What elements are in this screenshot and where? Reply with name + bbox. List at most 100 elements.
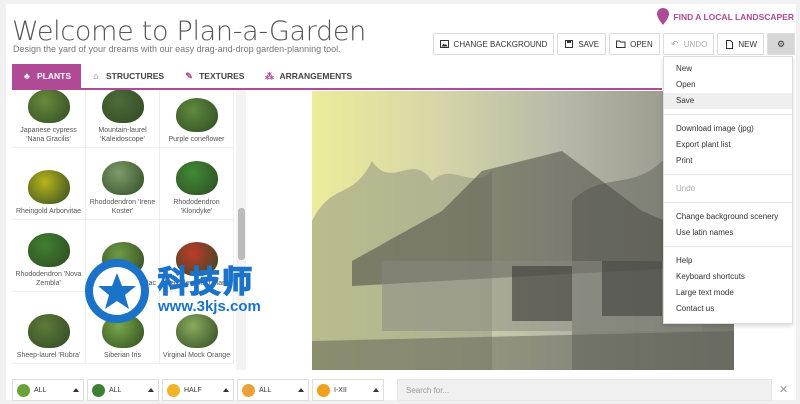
- filter-dropdown[interactable]: ALL: [237, 379, 309, 401]
- menu-item-print[interactable]: Print: [664, 153, 792, 169]
- plant-thumbnail: [101, 161, 144, 195]
- save-button[interactable]: SAVE: [557, 33, 607, 55]
- undo-button[interactable]: ↶ UNDO: [662, 33, 715, 55]
- caret-up-icon: [148, 388, 154, 392]
- filter-value: ALL: [109, 386, 122, 394]
- menu-item-download-image-jpg[interactable]: Download image (jpg): [664, 121, 792, 137]
- tab-arrangements[interactable]: ⁂ ARRANGEMENTS: [254, 64, 362, 88]
- plant-item[interactable]: Rheingold Arborvitae: [12, 148, 86, 220]
- tab-plants[interactable]: ♣ PLANTS: [12, 64, 81, 88]
- menu-separator: [664, 246, 792, 247]
- menu-item-save[interactable]: Save: [664, 93, 792, 109]
- plant-item[interactable]: Japanese cypress 'Nana Gracilis': [12, 90, 86, 148]
- floppy-icon: [564, 39, 574, 49]
- plant-thumbnail: [27, 233, 70, 267]
- plant-thumbnail: [175, 161, 218, 195]
- filter-value: ALL: [259, 386, 272, 394]
- arrangement-icon: ⁂: [264, 70, 274, 81]
- paint-icon: ✎: [185, 70, 193, 81]
- filter-value: ALL: [34, 386, 47, 394]
- clear-search-icon[interactable]: ✕: [779, 383, 788, 396]
- category-tabs: ♣ PLANTS ⌂ STRUCTURES ✎ TEXTURES ⁂ ARRAN…: [12, 64, 662, 90]
- plant-label: Rhododendron 'Nova Zembla': [15, 271, 82, 287]
- menu-item-undo[interactable]: Undo: [664, 181, 792, 197]
- caret-up-icon: [73, 388, 79, 392]
- undo-icon: ↶: [670, 38, 679, 49]
- plant-item[interactable]: Sheep-laurel 'Rubra': [12, 292, 86, 364]
- plant-icon: ♣: [24, 71, 30, 81]
- plant-item[interactable]: Rhododendron 'Irene Koster': [86, 148, 160, 220]
- watermark-title: 科技师: [157, 266, 254, 300]
- menu-item-use-latin-names[interactable]: Use latin names: [664, 225, 792, 241]
- folder-icon: [616, 39, 626, 49]
- tab-structures[interactable]: ⌂ STRUCTURES: [81, 64, 174, 88]
- change-background-button[interactable]: CHANGE BACKGROUND: [432, 33, 555, 55]
- plant-label: Purple coneflower: [168, 136, 225, 143]
- caret-up-icon: [223, 388, 229, 392]
- tab-plants-label: PLANTS: [37, 71, 71, 81]
- toolbar: CHANGE BACKGROUND SAVE OPEN ↶ UNDO NEW ⚙: [432, 33, 795, 55]
- plant-thumbnail: [101, 90, 144, 123]
- file-icon: [724, 39, 734, 49]
- caret-up-icon: [298, 388, 304, 392]
- menu-item-contact-us[interactable]: Contact us: [664, 301, 792, 317]
- tab-arrangements-label: ARRANGEMENTS: [279, 71, 353, 81]
- plant-label: Rheingold Arborvitae: [16, 208, 81, 215]
- filter-value: I-XII: [334, 386, 347, 394]
- tab-structures-label: STRUCTURES: [106, 71, 165, 81]
- plant-item[interactable]: Rhododendron 'Nova Zembla': [12, 220, 86, 292]
- undo-label: UNDO: [683, 39, 708, 49]
- watermark-logo-icon: [85, 259, 149, 323]
- scrollbar-thumb[interactable]: [238, 208, 245, 260]
- menu-item-large-text-mode[interactable]: Large text mode: [664, 285, 792, 301]
- open-button[interactable]: OPEN: [609, 33, 660, 55]
- filter-dropdown[interactable]: HALF: [162, 379, 234, 401]
- filter-dropdown[interactable]: ALL: [87, 379, 159, 401]
- plant-library: Japanese cypress 'Nana Gracilis' Mountain…: [12, 90, 248, 370]
- menu-item-export-plant-list[interactable]: Export plant list: [664, 137, 792, 153]
- menu-item-change-background-scenery[interactable]: Change background scenery: [664, 209, 792, 225]
- change-background-label: CHANGE BACKGROUND: [453, 39, 548, 49]
- plant-label: Rhododendron 'Irene Koster': [89, 199, 156, 215]
- plant-thumbnail: [175, 98, 218, 132]
- plant-item[interactable]: Mountain-laurel 'Kaleidoscope': [86, 90, 160, 148]
- sun-icon: [167, 383, 180, 397]
- plant-label: Virginal Mock Orange: [162, 352, 231, 359]
- tab-textures[interactable]: ✎ TEXTURES: [174, 64, 254, 88]
- filter-value: HALF: [184, 386, 202, 394]
- plant-thumbnail: [27, 314, 70, 348]
- tab-textures-label: TEXTURES: [199, 71, 245, 81]
- house-icon: ⌂: [93, 71, 99, 81]
- menu-item-open[interactable]: Open: [664, 77, 792, 93]
- page-title: Welcome to Plan-a-Garden: [12, 16, 366, 47]
- settings-dropdown-menu: New Open Save Download image (jpg) Export pl…: [663, 56, 793, 324]
- menu-item-keyboard-shortcuts[interactable]: Keyboard shortcuts: [664, 269, 792, 285]
- menu-item-help[interactable]: Help: [664, 253, 792, 269]
- menu-item-new[interactable]: New: [664, 61, 792, 77]
- filter-bar: ALL ALL HALF ALL I-XII: [12, 379, 384, 401]
- plant-label: Sheep-laurel 'Rubra': [16, 352, 81, 359]
- plant-label: Rhododendron 'Klondyke': [173, 199, 220, 215]
- plant-label: Mountain-laurel 'Kaleidoscope': [98, 127, 147, 143]
- save-label: SAVE: [578, 39, 600, 49]
- menu-separator: [664, 174, 792, 175]
- filter-dropdown[interactable]: I-XII: [312, 379, 384, 401]
- tree-icon: [17, 383, 30, 397]
- find-landscaper-link[interactable]: FIND A LOCAL LANDSCAPER: [657, 8, 794, 25]
- image-icon: [440, 39, 450, 49]
- plant-item[interactable]: Purple coneflower: [160, 90, 234, 148]
- menu-separator: [664, 114, 792, 115]
- settings-button[interactable]: ⚙: [767, 33, 795, 55]
- filter-dropdown[interactable]: ALL: [12, 379, 84, 401]
- plant-label: Japanese cypress 'Nana Gracilis': [20, 127, 77, 143]
- open-label: OPEN: [630, 39, 653, 49]
- plant-thumbnail: [27, 170, 70, 204]
- watermark-url: www.3kjs.com: [158, 298, 261, 315]
- map-pin-icon: [657, 8, 670, 25]
- caret-up-icon: [373, 388, 379, 392]
- search-input[interactable]: [397, 379, 772, 401]
- new-label: NEW: [738, 39, 757, 49]
- plant-item[interactable]: Rhododendron 'Klondyke': [160, 148, 234, 220]
- new-button[interactable]: NEW: [717, 33, 764, 55]
- page-subtitle: Design the yard of your dreams with our …: [13, 44, 341, 54]
